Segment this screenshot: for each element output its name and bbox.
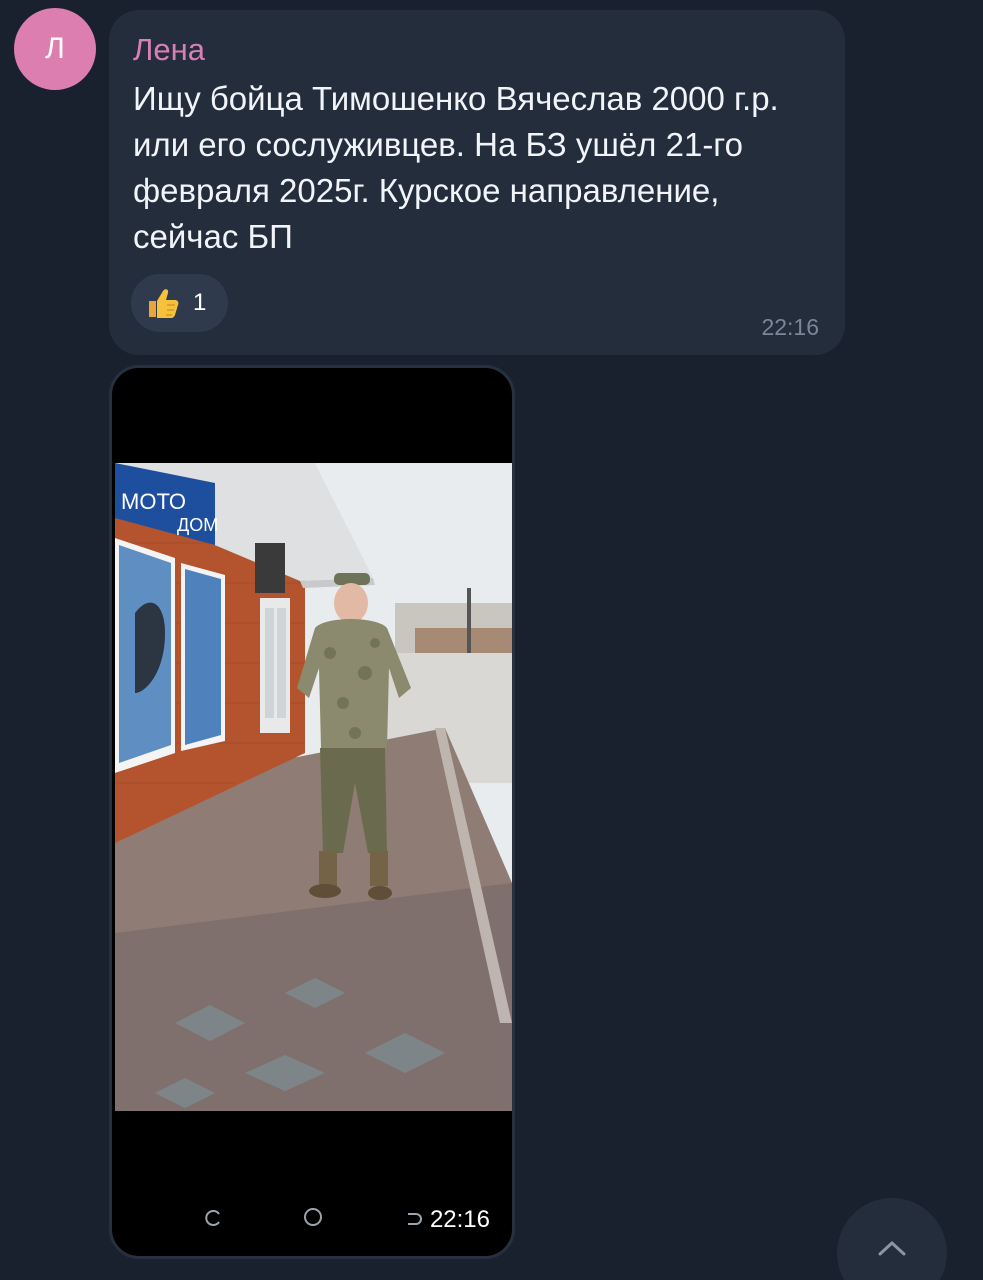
avatar-letter: Л (45, 32, 65, 65)
scroll-down-button[interactable] (837, 1198, 947, 1280)
sender-name[interactable]: Лена (133, 32, 205, 68)
photo-message[interactable]: МОТО ДОМ 22:16 (109, 365, 515, 1259)
photo-time: 22:16 (429, 1206, 490, 1233)
sign-text-moto: МОТО (121, 489, 186, 514)
avatar[interactable]: Л (14, 8, 96, 90)
chat-view: Л Лена Ищу бойца Тимошенко Вячеслав 2000… (0, 0, 983, 1280)
photo-image[interactable]: МОТО ДОМ (115, 463, 512, 1111)
chevron-up-icon (878, 1240, 906, 1256)
reaction-count: 1 (193, 289, 207, 316)
reaction-chip[interactable]: 1 (131, 274, 228, 332)
back-icon (408, 1213, 422, 1225)
sign-text-dom: ДОМ (177, 515, 218, 535)
home-icon (304, 1208, 322, 1226)
message-text: Ищу бойца Тимошенко Вячеслав 2000 г.р. и… (133, 80, 779, 255)
recent-apps-icon (205, 1210, 220, 1226)
message-time: 22:16 (761, 314, 819, 340)
thumbs-up-icon (149, 289, 179, 318)
message-bubble[interactable]: Лена Ищу бойца Тимошенко Вячеслав 2000 г… (109, 10, 845, 355)
